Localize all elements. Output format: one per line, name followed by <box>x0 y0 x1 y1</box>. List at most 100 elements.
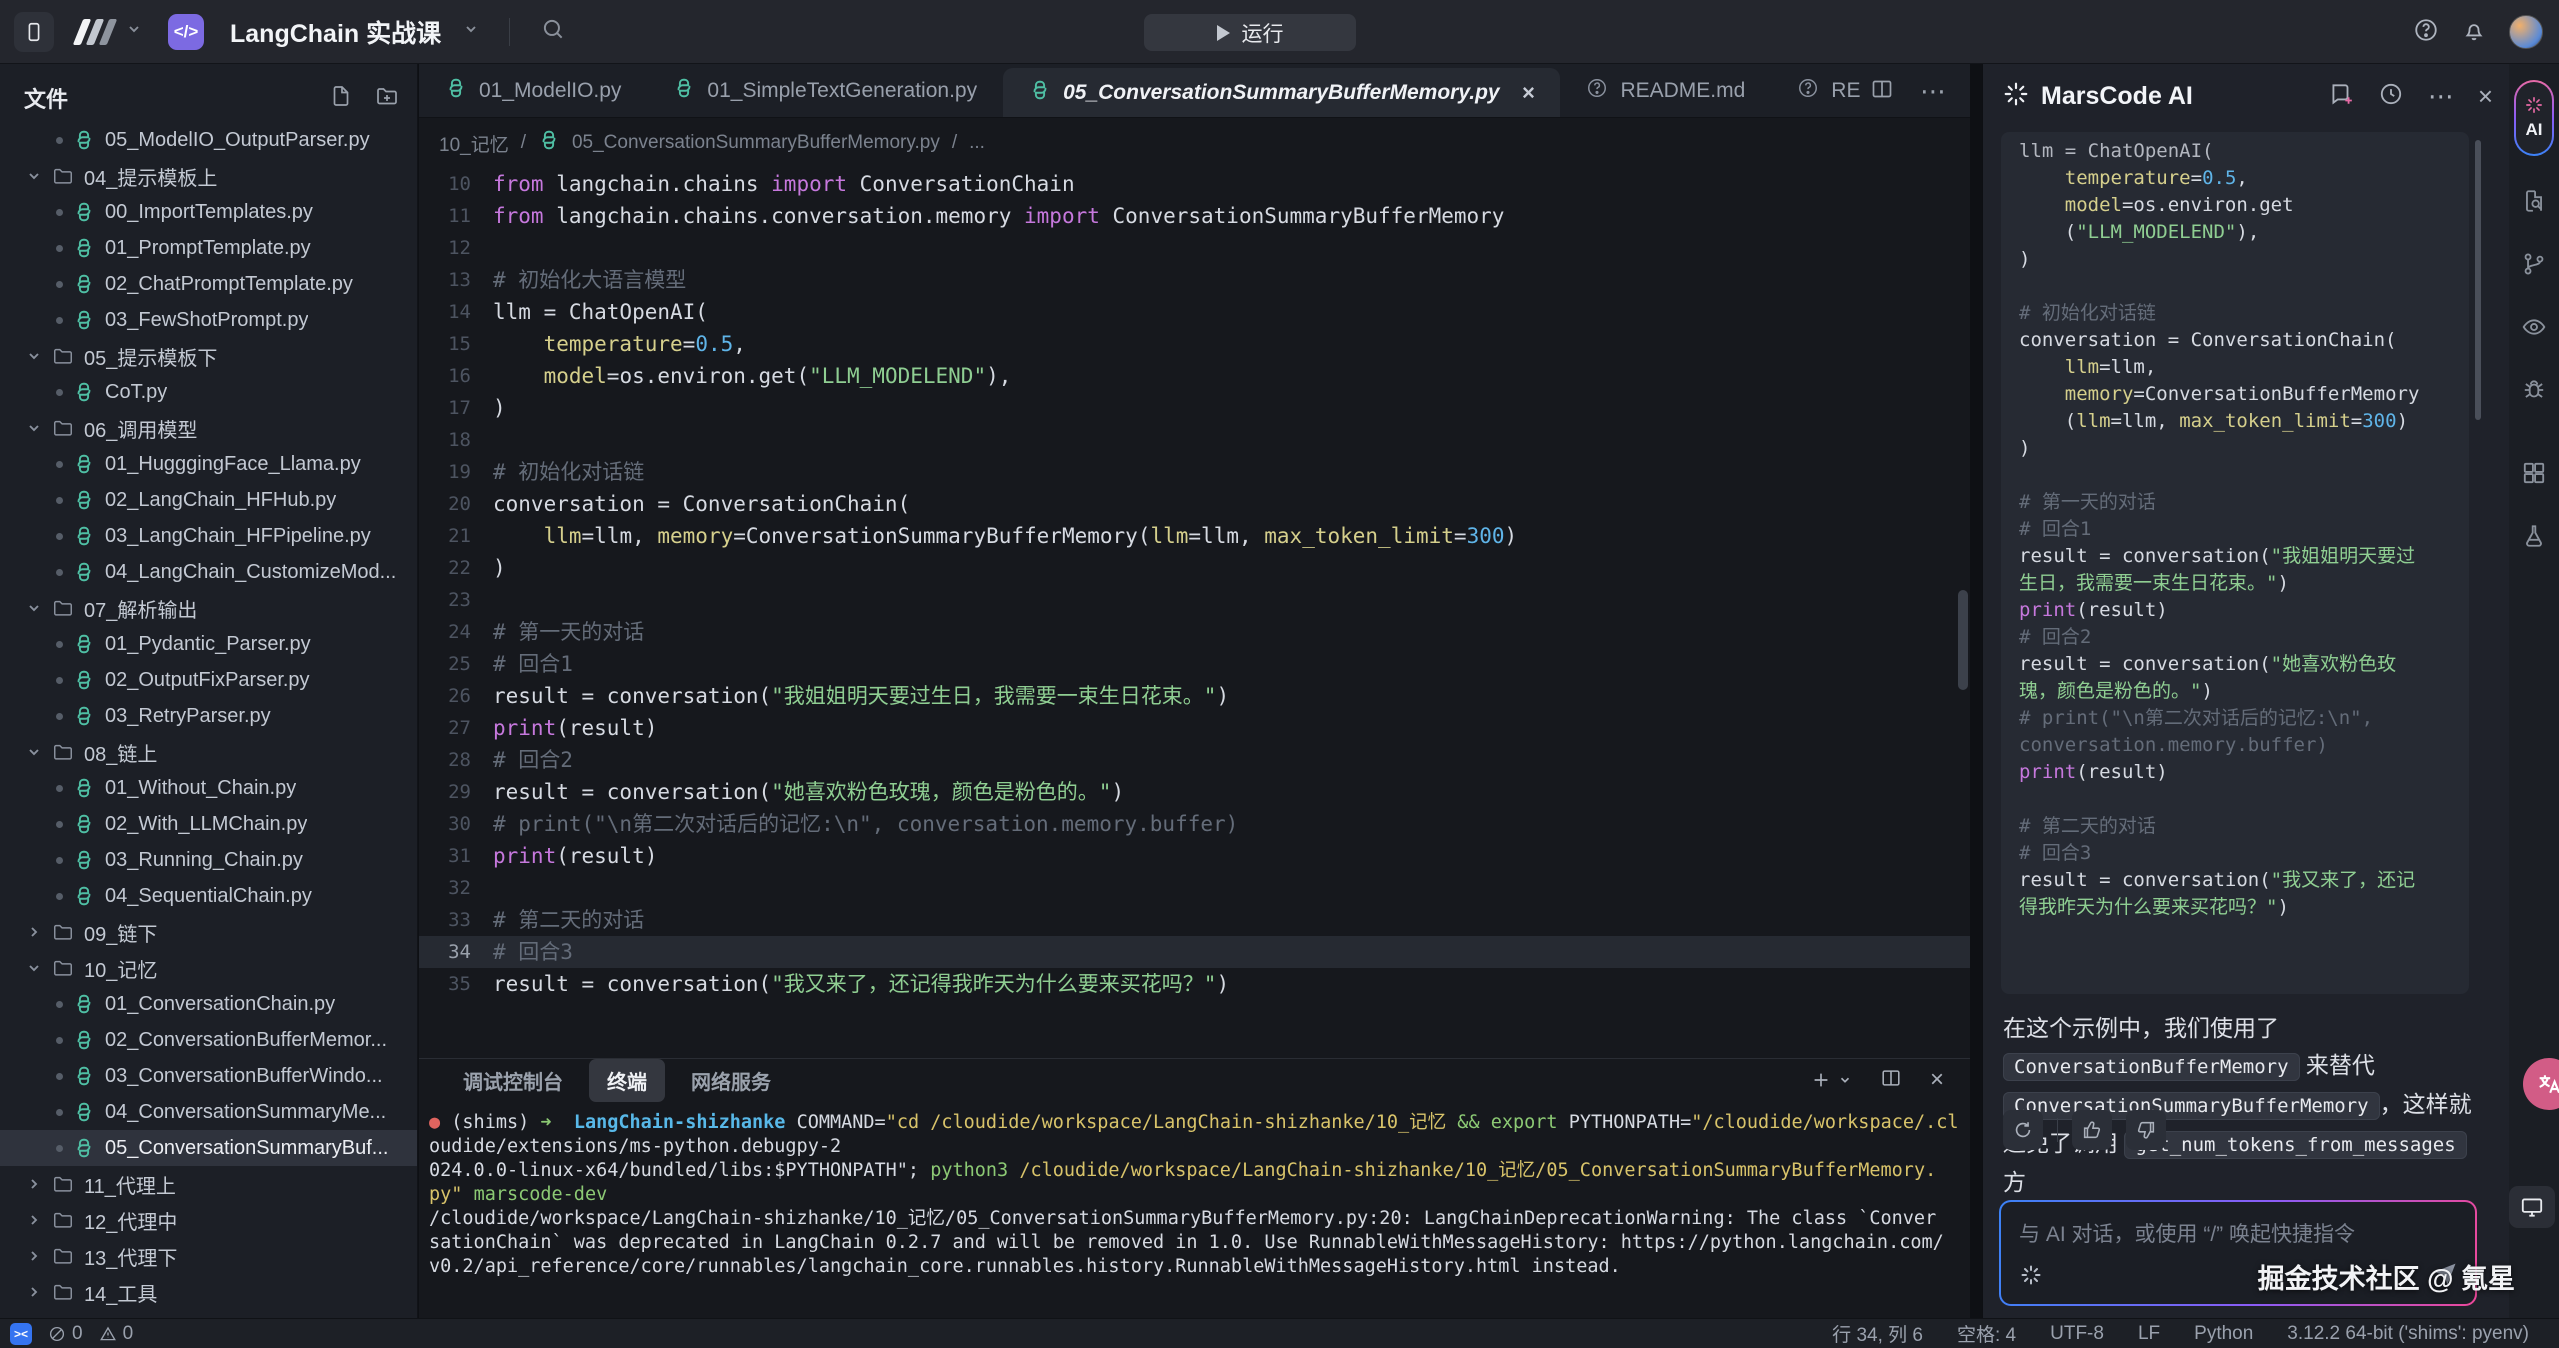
status-item[interactable]: LF <box>2138 1323 2160 1345</box>
tree-file[interactable]: 01_Pydantic_Parser.py <box>0 626 417 662</box>
tab-label: 01_ModelIO.py <box>479 79 621 103</box>
tree-file[interactable]: 04_ConversationSummaryMe... <box>0 1094 417 1130</box>
tree-file[interactable]: 03_RetryParser.py <box>0 698 417 734</box>
breadcrumb-folder[interactable]: 10_记忆 <box>439 130 509 157</box>
tree-folder[interactable]: 05_提示模板下 <box>0 338 417 374</box>
panel-tab-调试控制台[interactable]: 调试控制台 <box>445 1059 581 1102</box>
tree-file[interactable]: 04_SequentialChain.py <box>0 878 417 914</box>
ai-more-icon[interactable]: ⋯ <box>2428 81 2454 112</box>
tree-file[interactable]: 01_HugggingFace_Llama.py <box>0 446 417 482</box>
project-chevron-down-icon[interactable] <box>463 21 479 42</box>
help-icon[interactable] <box>2413 17 2439 48</box>
editor-tab[interactable]: 05_ConversationSummaryBufferMemory.py× <box>1003 68 1560 117</box>
notifications-bell-icon[interactable] <box>2461 17 2487 48</box>
editor-tab[interactable]: 01_SimpleTextGeneration.py <box>647 64 1003 117</box>
tree-file[interactable]: 03_LangChain_HFPipeline.py <box>0 518 417 554</box>
run-button[interactable]: 运行 <box>1144 14 1356 51</box>
ai-close-icon[interactable]: × <box>2478 81 2493 112</box>
tree-file[interactable]: 05_ModelIO_OutputParser.py <box>0 122 417 158</box>
status-item[interactable]: Python <box>2194 1323 2253 1345</box>
tree-file[interactable]: 02_OutputFixParser.py <box>0 662 417 698</box>
tree-folder[interactable]: 11_代理上 <box>0 1166 417 1202</box>
run-label: 运行 <box>1242 18 1284 48</box>
tree-folder[interactable]: 04_提示模板上 <box>0 158 417 194</box>
split-panel-icon[interactable] <box>1880 1067 1902 1094</box>
code-token: =ConversationBufferMemory <box>2133 383 2419 405</box>
sidebar-toggle-button[interactable] <box>14 12 54 52</box>
new-chat-icon[interactable] <box>2328 81 2354 112</box>
monitor-button[interactable] <box>2509 1186 2555 1228</box>
code-token: (shims) <box>451 1112 540 1133</box>
tree-folder[interactable]: 13_代理下 <box>0 1238 417 1274</box>
source-control-branch-icon[interactable] <box>2521 251 2547 282</box>
ai-scrollbar[interactable] <box>2475 140 2481 420</box>
tree-file[interactable]: 05_ConversationSummaryBuf... <box>0 1130 417 1166</box>
code-token: =os.environ.get( <box>607 360 809 392</box>
tree-folder[interactable]: 09_链下 <box>0 914 417 950</box>
breadcrumb[interactable]: 10_记忆 / 05_ConversationSummaryBufferMemo… <box>419 118 1970 168</box>
ai-activity-badge[interactable]: AI <box>2514 80 2554 156</box>
regenerate-icon[interactable] <box>2003 1110 2043 1150</box>
editor-tab[interactable]: README.md <box>1560 64 1771 117</box>
python-file-icon <box>73 633 95 655</box>
more-actions-icon[interactable]: ⋯ <box>1920 76 1948 107</box>
user-avatar[interactable] <box>2509 15 2543 49</box>
input-spark-icon[interactable] <box>2019 1263 2043 1292</box>
tree-file[interactable]: 03_FewShotPrompt.py <box>0 302 417 338</box>
code-token: # 初始化对话链 <box>2019 302 2156 324</box>
tree-file[interactable]: 01_Without_Chain.py <box>0 770 417 806</box>
tree-file[interactable]: 00_ImportTemplates.py <box>0 194 417 230</box>
split-editor-icon[interactable] <box>1870 77 1894 106</box>
ai-chat-input[interactable] <box>2001 1202 2475 1260</box>
thumbs-down-icon[interactable] <box>2126 1110 2166 1150</box>
tree-file[interactable]: CoT.py <box>0 374 417 410</box>
tree-file[interactable]: 01_PromptTemplate.py <box>0 230 417 266</box>
tree-file[interactable]: 04_LangChain_CustomizeMod... <box>0 554 417 590</box>
project-title[interactable]: LangChain 实战课 <box>230 14 441 50</box>
remote-indicator-icon[interactable]: >< <box>10 1323 32 1345</box>
status-item[interactable]: 空格: 4 <box>1957 1320 2016 1347</box>
panel-tab-网络服务[interactable]: 网络服务 <box>673 1059 789 1102</box>
file-search-icon[interactable] <box>2521 188 2547 219</box>
tree-folder[interactable]: 12_代理中 <box>0 1202 417 1238</box>
new-folder-icon[interactable] <box>375 84 399 113</box>
panel-tab-终端[interactable]: 终端 <box>589 1059 665 1102</box>
preview-eye-icon[interactable] <box>2521 314 2547 345</box>
terminal-output[interactable]: ● (shims) ➜ LangChain-shizhanke COMMAND=… <box>419 1101 1970 1279</box>
test-flask-icon[interactable] <box>2521 523 2547 554</box>
tree-folder[interactable]: 07_解析输出 <box>0 590 417 626</box>
editor-tab[interactable]: 01_ModelIO.py <box>419 64 647 117</box>
tree-folder[interactable]: 10_记忆 <box>0 950 417 986</box>
breadcrumb-file[interactable]: 05_ConversationSummaryBufferMemory.py <box>572 132 940 154</box>
status-item[interactable]: 行 34, 列 6 <box>1832 1320 1923 1347</box>
new-file-icon[interactable] <box>329 84 353 113</box>
code-editor[interactable]: 10from langchain.chains import Conversat… <box>419 168 1970 1058</box>
tree-file[interactable]: 02_LangChain_HFHub.py <box>0 482 417 518</box>
history-icon[interactable] <box>2378 81 2404 112</box>
new-terminal-icon[interactable] <box>1810 1069 1852 1091</box>
tree-folder[interactable]: 08_链上 <box>0 734 417 770</box>
thumbs-up-icon[interactable] <box>2072 1110 2112 1150</box>
tree-file[interactable]: 02_With_LLMChain.py <box>0 806 417 842</box>
tree-file[interactable]: 03_ConversationBufferWindo... <box>0 1058 417 1094</box>
editor-tab-bar: 01_ModelIO.py 01_SimpleTextGeneration.py0… <box>419 64 1970 118</box>
warning-count[interactable]: 0 <box>99 1323 134 1345</box>
error-count[interactable]: 0 <box>48 1323 83 1345</box>
close-tab-icon[interactable]: × <box>1522 80 1535 106</box>
close-panel-icon[interactable]: × <box>1930 1066 1944 1094</box>
debug-bug-icon[interactable] <box>2521 377 2547 408</box>
tree-file[interactable]: 02_ChatPromptTemplate.py <box>0 266 417 302</box>
extensions-grid-icon[interactable] <box>2521 460 2547 491</box>
marscode-logo-icon[interactable] <box>78 19 112 45</box>
tree-file[interactable]: 02_ConversationBufferMemor... <box>0 1022 417 1058</box>
chevron-down-icon[interactable] <box>126 21 142 42</box>
tree-file[interactable]: 01_ConversationChain.py <box>0 986 417 1022</box>
tree-folder[interactable]: 06_调用模型 <box>0 410 417 446</box>
status-item[interactable]: 3.12.2 64-bit ('shims': pyenv) <box>2287 1323 2529 1345</box>
ai-code-block[interactable]: llm = ChatOpenAI( temperature=0.5, model… <box>2001 132 2469 994</box>
status-item[interactable]: UTF-8 <box>2050 1323 2104 1345</box>
tree-file[interactable]: 03_Running_Chain.py <box>0 842 417 878</box>
tree-folder[interactable]: 14_工具 <box>0 1274 417 1310</box>
search-icon[interactable] <box>540 16 566 47</box>
editor-scrollbar[interactable] <box>1958 590 1968 690</box>
